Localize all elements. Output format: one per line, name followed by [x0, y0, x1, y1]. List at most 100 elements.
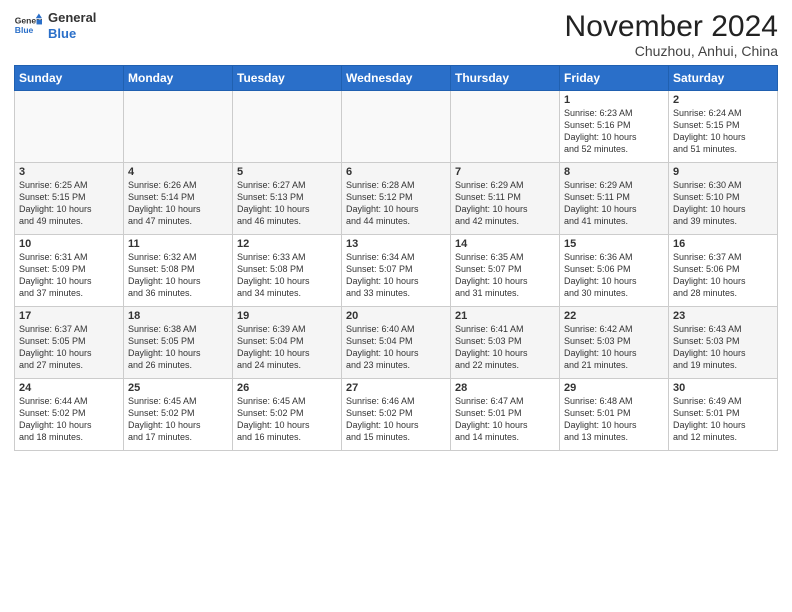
day-number: 27	[346, 382, 446, 394]
day-number: 18	[128, 310, 228, 322]
header: General Blue General Blue November 2024 …	[14, 10, 778, 59]
day-info: Sunrise: 6:39 AMSunset: 5:04 PMDaylight:…	[237, 323, 337, 372]
day-info: Sunrise: 6:35 AMSunset: 5:07 PMDaylight:…	[455, 251, 555, 300]
calendar-week-5: 24Sunrise: 6:44 AMSunset: 5:02 PMDayligh…	[15, 379, 778, 451]
page: General Blue General Blue November 2024 …	[0, 0, 792, 612]
calendar-cell: 23Sunrise: 6:43 AMSunset: 5:03 PMDayligh…	[669, 307, 778, 379]
calendar-cell: 4Sunrise: 6:26 AMSunset: 5:14 PMDaylight…	[124, 163, 233, 235]
calendar-cell: 18Sunrise: 6:38 AMSunset: 5:05 PMDayligh…	[124, 307, 233, 379]
calendar-cell: 21Sunrise: 6:41 AMSunset: 5:03 PMDayligh…	[451, 307, 560, 379]
calendar-cell: 16Sunrise: 6:37 AMSunset: 5:06 PMDayligh…	[669, 235, 778, 307]
day-of-week-sunday: Sunday	[15, 66, 124, 91]
day-number: 15	[564, 238, 664, 250]
day-info: Sunrise: 6:37 AMSunset: 5:05 PMDaylight:…	[19, 323, 119, 372]
calendar-cell: 9Sunrise: 6:30 AMSunset: 5:10 PMDaylight…	[669, 163, 778, 235]
day-info: Sunrise: 6:43 AMSunset: 5:03 PMDaylight:…	[673, 323, 773, 372]
day-info: Sunrise: 6:45 AMSunset: 5:02 PMDaylight:…	[128, 395, 228, 444]
calendar-cell: 8Sunrise: 6:29 AMSunset: 5:11 PMDaylight…	[560, 163, 669, 235]
calendar-cell	[342, 91, 451, 163]
calendar-cell: 22Sunrise: 6:42 AMSunset: 5:03 PMDayligh…	[560, 307, 669, 379]
day-number: 16	[673, 238, 773, 250]
logo: General Blue General Blue	[14, 10, 96, 41]
calendar-week-3: 10Sunrise: 6:31 AMSunset: 5:09 PMDayligh…	[15, 235, 778, 307]
day-info: Sunrise: 6:23 AMSunset: 5:16 PMDaylight:…	[564, 107, 664, 156]
calendar-week-2: 3Sunrise: 6:25 AMSunset: 5:15 PMDaylight…	[15, 163, 778, 235]
day-number: 4	[128, 166, 228, 178]
day-info: Sunrise: 6:27 AMSunset: 5:13 PMDaylight:…	[237, 179, 337, 228]
day-number: 10	[19, 238, 119, 250]
calendar-cell	[15, 91, 124, 163]
calendar-cell: 7Sunrise: 6:29 AMSunset: 5:11 PMDaylight…	[451, 163, 560, 235]
calendar: SundayMondayTuesdayWednesdayThursdayFrid…	[14, 65, 778, 451]
day-of-week-tuesday: Tuesday	[233, 66, 342, 91]
calendar-cell: 19Sunrise: 6:39 AMSunset: 5:04 PMDayligh…	[233, 307, 342, 379]
calendar-cell: 11Sunrise: 6:32 AMSunset: 5:08 PMDayligh…	[124, 235, 233, 307]
day-number: 14	[455, 238, 555, 250]
calendar-cell: 27Sunrise: 6:46 AMSunset: 5:02 PMDayligh…	[342, 379, 451, 451]
day-number: 21	[455, 310, 555, 322]
calendar-cell	[451, 91, 560, 163]
day-info: Sunrise: 6:46 AMSunset: 5:02 PMDaylight:…	[346, 395, 446, 444]
day-info: Sunrise: 6:28 AMSunset: 5:12 PMDaylight:…	[346, 179, 446, 228]
day-info: Sunrise: 6:33 AMSunset: 5:08 PMDaylight:…	[237, 251, 337, 300]
day-info: Sunrise: 6:44 AMSunset: 5:02 PMDaylight:…	[19, 395, 119, 444]
day-info: Sunrise: 6:40 AMSunset: 5:04 PMDaylight:…	[346, 323, 446, 372]
day-info: Sunrise: 6:30 AMSunset: 5:10 PMDaylight:…	[673, 179, 773, 228]
day-number: 24	[19, 382, 119, 394]
svg-text:Blue: Blue	[15, 25, 34, 35]
day-number: 13	[346, 238, 446, 250]
title-block: November 2024 Chuzhou, Anhui, China	[565, 10, 778, 59]
day-info: Sunrise: 6:36 AMSunset: 5:06 PMDaylight:…	[564, 251, 664, 300]
calendar-cell: 25Sunrise: 6:45 AMSunset: 5:02 PMDayligh…	[124, 379, 233, 451]
day-info: Sunrise: 6:29 AMSunset: 5:11 PMDaylight:…	[455, 179, 555, 228]
calendar-cell	[233, 91, 342, 163]
day-number: 3	[19, 166, 119, 178]
day-info: Sunrise: 6:25 AMSunset: 5:15 PMDaylight:…	[19, 179, 119, 228]
calendar-header-row: SundayMondayTuesdayWednesdayThursdayFrid…	[15, 66, 778, 91]
day-of-week-wednesday: Wednesday	[342, 66, 451, 91]
day-info: Sunrise: 6:31 AMSunset: 5:09 PMDaylight:…	[19, 251, 119, 300]
calendar-cell: 2Sunrise: 6:24 AMSunset: 5:15 PMDaylight…	[669, 91, 778, 163]
calendar-cell: 13Sunrise: 6:34 AMSunset: 5:07 PMDayligh…	[342, 235, 451, 307]
day-number: 2	[673, 94, 773, 106]
day-number: 29	[564, 382, 664, 394]
calendar-cell: 17Sunrise: 6:37 AMSunset: 5:05 PMDayligh…	[15, 307, 124, 379]
day-number: 7	[455, 166, 555, 178]
calendar-cell: 10Sunrise: 6:31 AMSunset: 5:09 PMDayligh…	[15, 235, 124, 307]
day-info: Sunrise: 6:47 AMSunset: 5:01 PMDaylight:…	[455, 395, 555, 444]
day-number: 1	[564, 94, 664, 106]
day-number: 30	[673, 382, 773, 394]
day-info: Sunrise: 6:48 AMSunset: 5:01 PMDaylight:…	[564, 395, 664, 444]
day-of-week-saturday: Saturday	[669, 66, 778, 91]
day-number: 17	[19, 310, 119, 322]
calendar-cell: 15Sunrise: 6:36 AMSunset: 5:06 PMDayligh…	[560, 235, 669, 307]
day-info: Sunrise: 6:26 AMSunset: 5:14 PMDaylight:…	[128, 179, 228, 228]
calendar-cell: 28Sunrise: 6:47 AMSunset: 5:01 PMDayligh…	[451, 379, 560, 451]
day-info: Sunrise: 6:29 AMSunset: 5:11 PMDaylight:…	[564, 179, 664, 228]
day-number: 12	[237, 238, 337, 250]
day-of-week-friday: Friday	[560, 66, 669, 91]
month-title: November 2024	[565, 10, 778, 43]
calendar-cell: 5Sunrise: 6:27 AMSunset: 5:13 PMDaylight…	[233, 163, 342, 235]
day-info: Sunrise: 6:32 AMSunset: 5:08 PMDaylight:…	[128, 251, 228, 300]
day-info: Sunrise: 6:42 AMSunset: 5:03 PMDaylight:…	[564, 323, 664, 372]
day-info: Sunrise: 6:24 AMSunset: 5:15 PMDaylight:…	[673, 107, 773, 156]
day-number: 28	[455, 382, 555, 394]
day-info: Sunrise: 6:37 AMSunset: 5:06 PMDaylight:…	[673, 251, 773, 300]
day-of-week-thursday: Thursday	[451, 66, 560, 91]
calendar-cell: 1Sunrise: 6:23 AMSunset: 5:16 PMDaylight…	[560, 91, 669, 163]
day-of-week-monday: Monday	[124, 66, 233, 91]
calendar-cell: 26Sunrise: 6:45 AMSunset: 5:02 PMDayligh…	[233, 379, 342, 451]
day-info: Sunrise: 6:41 AMSunset: 5:03 PMDaylight:…	[455, 323, 555, 372]
day-info: Sunrise: 6:38 AMSunset: 5:05 PMDaylight:…	[128, 323, 228, 372]
day-number: 23	[673, 310, 773, 322]
logo-icon: General Blue	[14, 12, 42, 40]
day-number: 25	[128, 382, 228, 394]
calendar-cell: 6Sunrise: 6:28 AMSunset: 5:12 PMDaylight…	[342, 163, 451, 235]
calendar-cell: 14Sunrise: 6:35 AMSunset: 5:07 PMDayligh…	[451, 235, 560, 307]
day-number: 19	[237, 310, 337, 322]
calendar-cell: 3Sunrise: 6:25 AMSunset: 5:15 PMDaylight…	[15, 163, 124, 235]
logo-general-text: General	[48, 10, 96, 26]
day-number: 5	[237, 166, 337, 178]
day-number: 22	[564, 310, 664, 322]
